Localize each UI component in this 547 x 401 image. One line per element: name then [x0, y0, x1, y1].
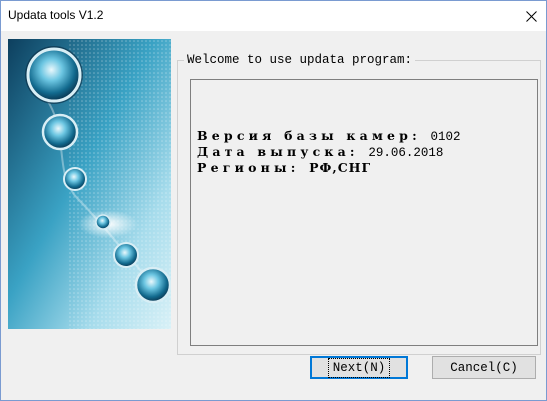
- regions-label: Регионы:: [197, 160, 300, 175]
- regions-line: Регионы: РФ,СНГ: [197, 159, 371, 177]
- cancel-button-label: Cancel(C): [450, 360, 518, 375]
- release-date-value: 29.06.2018: [368, 146, 444, 160]
- camera-db-version-value: 0102: [430, 130, 461, 144]
- info-panel: Версия базы камер: 0102 Дата выпуска: 29…: [190, 79, 538, 346]
- title-bar[interactable]: Updata tools V1.2: [1, 1, 546, 31]
- dialog-content: Welcome to use updata program: Версия ба…: [1, 31, 546, 400]
- close-button[interactable]: [516, 1, 546, 31]
- next-button-label: Next(N): [327, 357, 391, 378]
- sidebar-banner: [8, 39, 171, 329]
- window-title: Updata tools V1.2: [8, 8, 104, 22]
- regions-value: РФ,СНГ: [309, 160, 372, 175]
- release-date-label: Дата выпуска:: [197, 144, 359, 159]
- camera-db-version-label: Версия базы камер:: [197, 128, 421, 143]
- welcome-legend: Welcome to use updata program:: [184, 53, 416, 67]
- chrome-balls-graphic-icon: [8, 39, 171, 329]
- next-button[interactable]: Next(N): [310, 356, 408, 379]
- cancel-button[interactable]: Cancel(C): [432, 356, 536, 379]
- close-icon: [525, 10, 537, 22]
- updater-window: Updata tools V1.2 Welcome to use updata …: [0, 0, 547, 401]
